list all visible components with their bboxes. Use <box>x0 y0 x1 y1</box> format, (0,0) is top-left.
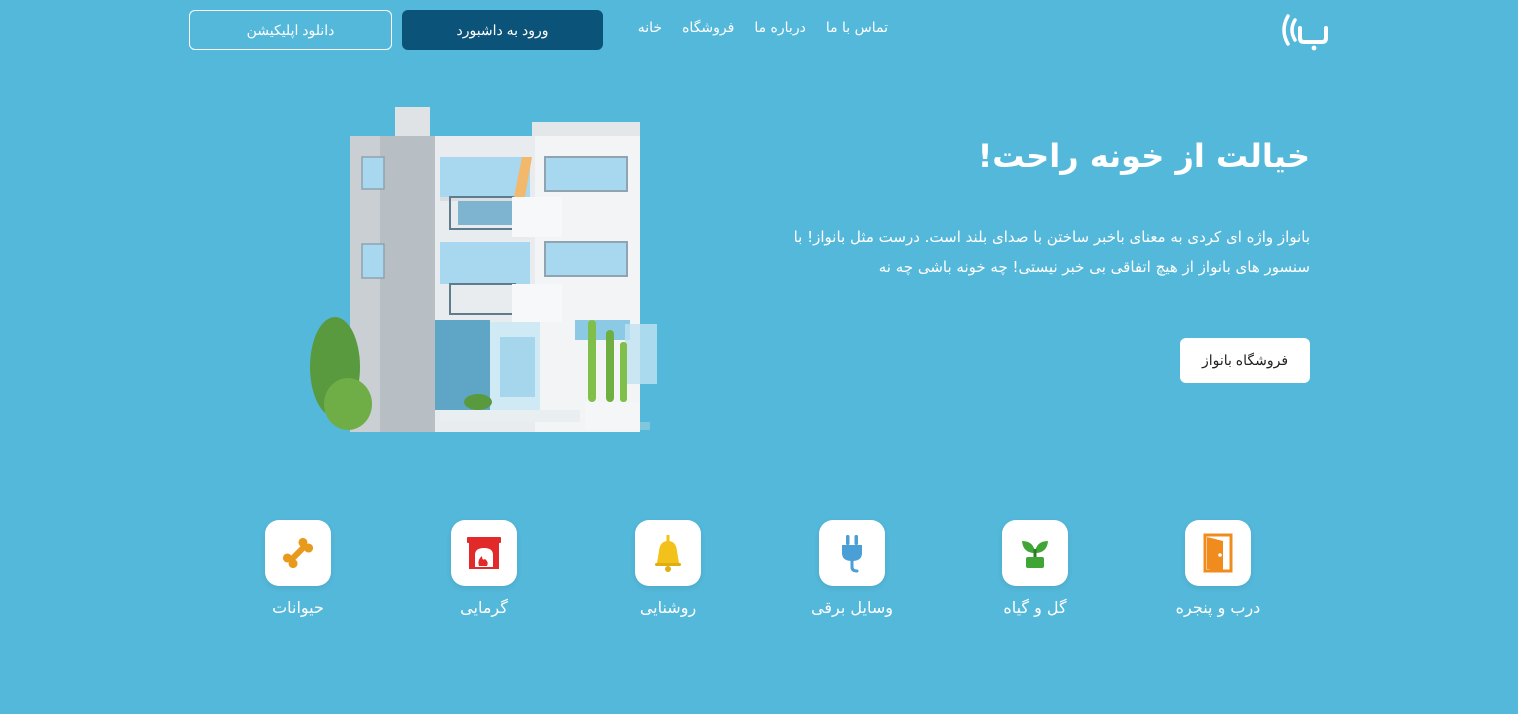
nav-shop[interactable]: فروشگاه <box>682 18 734 38</box>
door-icon <box>1203 533 1233 573</box>
hero-description: بانواز واژه ای کردی به معنای باخبر ساختن… <box>793 228 1310 276</box>
header: خانه فروشگاه درباره ما تماس با ما ورود ب… <box>0 0 1518 60</box>
banavaz-logo-icon[interactable] <box>1278 8 1330 52</box>
category-tile[interactable] <box>819 520 885 586</box>
download-app-button[interactable]: دانلود اپلیکیشن <box>189 10 392 50</box>
category-tile[interactable] <box>265 520 331 586</box>
category-heating[interactable]: گرمایی <box>414 520 554 617</box>
nav-home[interactable]: خانه <box>638 18 662 38</box>
category-plants[interactable]: گل و گیاه <box>965 520 1105 617</box>
fireplace-icon <box>467 537 501 569</box>
nav-about[interactable]: درباره ما <box>754 18 805 38</box>
category-label: حیوانات <box>272 598 324 617</box>
plant-icon <box>1022 541 1048 568</box>
category-tile[interactable] <box>1185 520 1251 586</box>
category-label: گل و گیاه <box>1003 598 1067 617</box>
shop-button[interactable]: فروشگاه بانواز <box>1180 338 1310 383</box>
bell-icon <box>655 535 681 572</box>
category-label: روشنایی <box>639 598 697 617</box>
category-label: گرمایی <box>460 598 508 617</box>
category-lighting[interactable]: روشنایی <box>598 520 738 617</box>
building-illustration <box>310 107 657 432</box>
category-doors-windows[interactable]: درب و پنجره <box>1148 520 1288 617</box>
nav-contact[interactable]: تماس با ما <box>826 18 888 38</box>
bone-icon <box>282 537 314 569</box>
hero-title: خیالت از خونه راحت! <box>977 137 1310 175</box>
category-tile[interactable] <box>635 520 701 586</box>
category-tile[interactable] <box>451 520 517 586</box>
category-label: وسایل برقی <box>811 598 893 617</box>
category-label: درب و پنجره <box>1175 598 1261 617</box>
dashboard-login-button[interactable]: ورود به داشبورد <box>402 10 603 50</box>
category-tile[interactable] <box>1002 520 1068 586</box>
category-pets[interactable]: حیوانات <box>228 520 368 617</box>
plug-icon <box>842 535 862 573</box>
main-nav: خانه فروشگاه درباره ما تماس با ما <box>638 18 888 38</box>
category-electrical[interactable]: وسایل برقی <box>782 520 922 617</box>
